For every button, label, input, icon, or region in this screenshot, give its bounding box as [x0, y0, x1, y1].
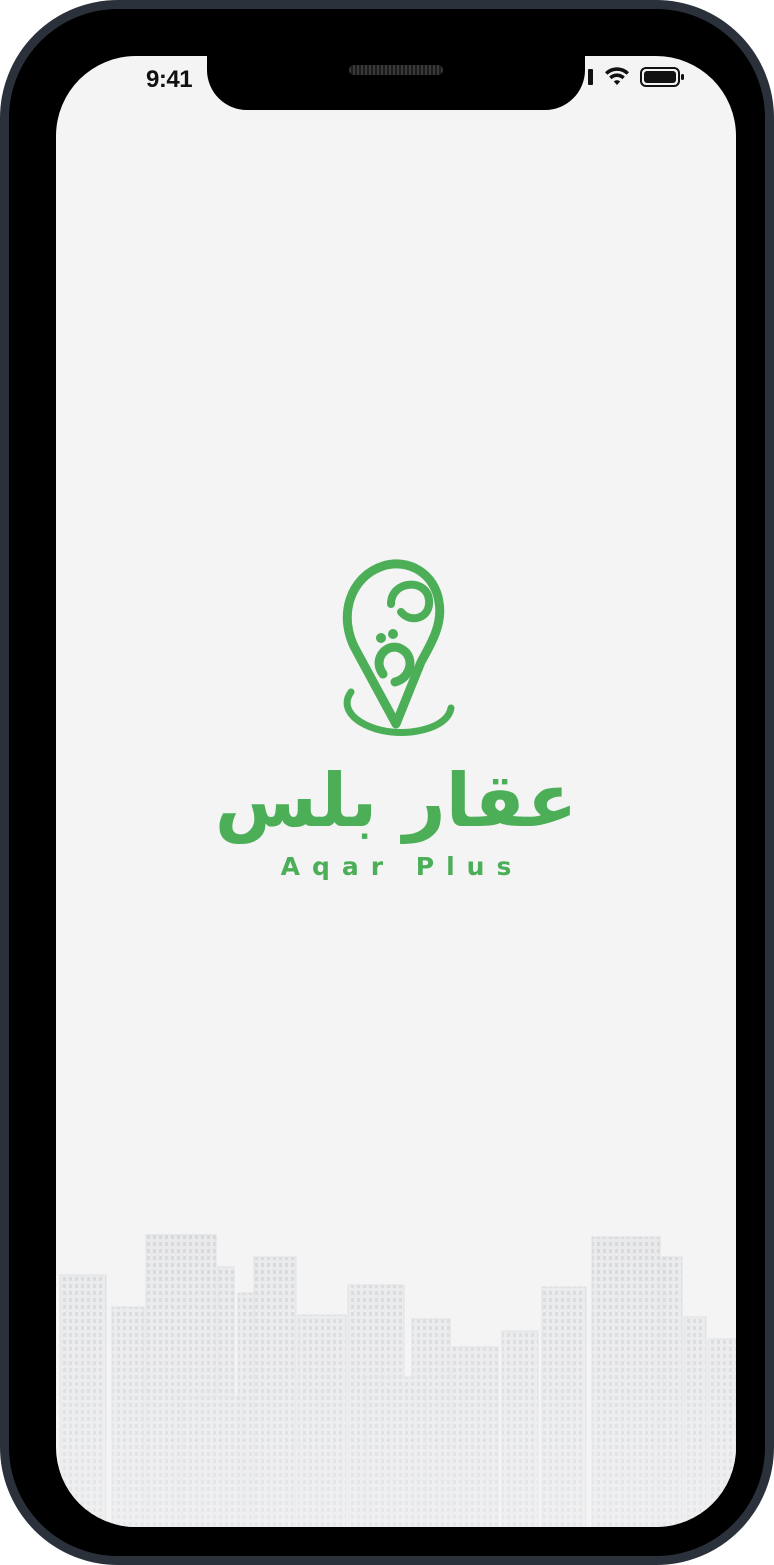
notch: [207, 56, 585, 110]
side-button-right-top: [768, 150, 774, 160]
app-name-arabic: عقار بلس: [214, 758, 578, 844]
app-name-english: Aqar Plus: [280, 852, 524, 881]
status-icons: [588, 66, 686, 93]
app-logo: [56, 554, 736, 749]
battery-icon: [640, 66, 686, 93]
side-button-right-bottom: [768, 1405, 774, 1415]
side-button-left-bottom: [0, 1405, 6, 1415]
signal-icon: [588, 69, 594, 90]
status-time: 9:41: [146, 66, 193, 93]
splash-screen: 9:41 عقار بلس Aqar Plus: [56, 56, 736, 1527]
side-button-left-top: [0, 150, 6, 160]
city-skyline-illustration: [56, 1227, 736, 1527]
wifi-icon: [604, 67, 630, 92]
location-pin-logo-icon: [342, 559, 455, 736]
phone-frame: 9:41 عقار بلس Aqar Plus: [0, 0, 774, 1565]
speaker-grille: [349, 65, 443, 75]
